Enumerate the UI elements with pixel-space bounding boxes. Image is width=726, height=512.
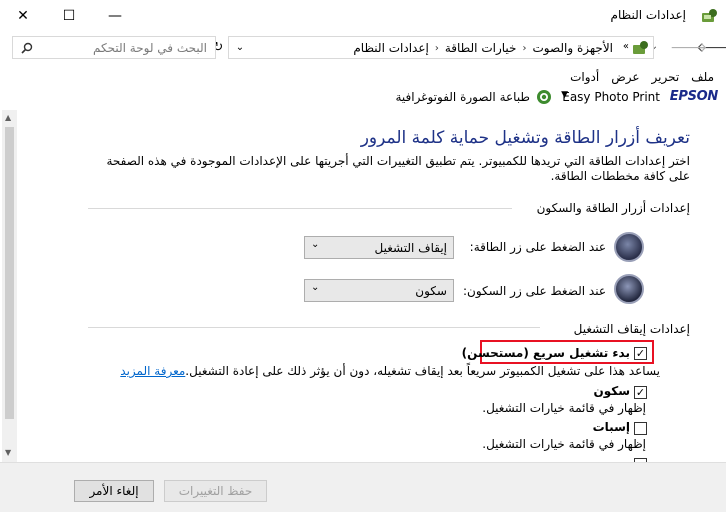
- epson-logo: EPSON: [669, 89, 719, 104]
- sleep-button-dropdown[interactable]: سكون ⌄: [304, 279, 454, 302]
- sleep-description: إظهار في قائمة خيارات التشغيل.: [482, 401, 646, 415]
- breadcrumb-power-options[interactable]: خيارات الطاقة: [445, 41, 517, 55]
- menu-edit[interactable]: تحرير: [652, 70, 680, 86]
- maximize-button[interactable]: ☐: [46, 0, 92, 32]
- sleep-button-label: عند الضغط على زر السكون:: [462, 284, 606, 298]
- intro-text: اختر إعدادات الطاقة التي تريدها للكمبيوت…: [106, 154, 690, 183]
- page-title: تعريف أزرار الطاقة وتشغيل حماية كلمة الم…: [360, 128, 690, 148]
- minimize-button[interactable]: —: [92, 0, 138, 32]
- control-panel-icon: [631, 39, 649, 57]
- save-changes-button[interactable]: حفظ التغييرات: [164, 480, 267, 502]
- easy-photo-print-label[interactable]: Easy Photo Print: [562, 90, 660, 104]
- breadcrumb-separator-icon[interactable]: ‹: [435, 43, 439, 54]
- sleep-button-value: سكون: [415, 284, 447, 298]
- breadcrumb-system-settings[interactable]: إعدادات النظام: [353, 41, 428, 55]
- menu-bar: ملف تحرير عرض أدوات: [570, 70, 714, 86]
- title-bar: ✕ ☐ — إعدادات النظام: [0, 0, 726, 32]
- scroll-down-arrow-icon[interactable]: ▼: [5, 448, 11, 457]
- content-pane: تعريف أزرار الطاقة وتشغيل حماية كلمة الم…: [0, 110, 726, 462]
- print-photo-label[interactable]: طباعة الصورة الفوتوغرافية: [395, 90, 530, 104]
- section-divider: [88, 208, 512, 209]
- breadcrumb: الأجهزة والصوت ‹ خيارات الطاقة ‹ إعدادات…: [353, 41, 613, 55]
- toolbar-dropdown-chevron-icon[interactable]: ▼: [561, 90, 568, 100]
- power-section-title: إعدادات أزرار الطاقة والسكون: [536, 201, 690, 215]
- hibernate-label[interactable]: إسبات: [593, 420, 630, 434]
- close-button[interactable]: ✕: [0, 0, 46, 32]
- scrollbar-thumb[interactable]: [5, 127, 14, 419]
- address-dropdown-chevron-icon[interactable]: ⌄: [231, 38, 249, 58]
- sleep-button-icon: [614, 274, 644, 304]
- menu-view[interactable]: عرض: [611, 70, 639, 86]
- power-button-icon: [614, 232, 644, 262]
- breadcrumb-hardware-sound[interactable]: الأجهزة والصوت: [532, 41, 613, 55]
- menu-file[interactable]: ملف: [691, 70, 714, 86]
- forward-arrow-icon[interactable]: 🡒: [670, 39, 708, 57]
- scroll-up-arrow-icon[interactable]: ▲: [5, 113, 11, 122]
- power-options-icon: [702, 9, 717, 22]
- power-button-label: عند الضغط على زر الطاقة:: [469, 240, 606, 254]
- sleep-label[interactable]: سكون: [593, 384, 630, 398]
- address-bar[interactable]: « الأجهزة والصوت ‹ خيارات الطاقة ‹ إعداد…: [213, 36, 654, 59]
- toolbar: EPSON Easy Photo Print ▼ طباعة الصورة ال…: [0, 88, 726, 108]
- chevron-down-icon: ⌄: [311, 282, 320, 293]
- power-button-dropdown[interactable]: إيقاف التشغيل ⌄: [304, 236, 454, 259]
- hibernate-checkbox[interactable]: [634, 422, 647, 435]
- overflow-crumbs-icon[interactable]: «: [623, 41, 629, 52]
- learn-more-link[interactable]: معرفة المزيد: [120, 364, 185, 378]
- chevron-down-icon: ⌄: [311, 239, 320, 250]
- fast-startup-checkbox[interactable]: ✓: [634, 347, 647, 360]
- cancel-button[interactable]: إلغاء الأمر: [74, 480, 154, 502]
- fast-startup-description: يساعد هذا على تشغيل الكمبيوتر سريعاً بعد…: [120, 364, 660, 378]
- vertical-scrollbar[interactable]: ▲ ▼: [2, 110, 17, 462]
- shutdown-section-title: إعدادات إيقاف التشغيل: [573, 322, 690, 336]
- section-divider: [88, 327, 540, 328]
- search-input[interactable]: البحث في لوحة التحكم: [93, 41, 207, 55]
- power-button-value: إيقاف التشغيل: [374, 241, 447, 255]
- breadcrumb-separator-icon[interactable]: ‹: [522, 43, 526, 54]
- hibernate-description: إظهار في قائمة خيارات التشغيل.: [482, 437, 646, 451]
- sleep-checkbox[interactable]: ✓: [634, 386, 647, 399]
- fast-startup-label[interactable]: بدء تشغيل سريع (مستحسن): [462, 346, 630, 360]
- search-icon[interactable]: [21, 42, 33, 54]
- photo-print-icon[interactable]: [536, 89, 552, 105]
- button-bar: حفظ التغييرات إلغاء الأمر: [0, 462, 726, 512]
- window-title: إعدادات النظام: [610, 8, 686, 22]
- menu-tools[interactable]: أدوات: [570, 70, 599, 86]
- search-box[interactable]: البحث في لوحة التحكم: [12, 36, 216, 59]
